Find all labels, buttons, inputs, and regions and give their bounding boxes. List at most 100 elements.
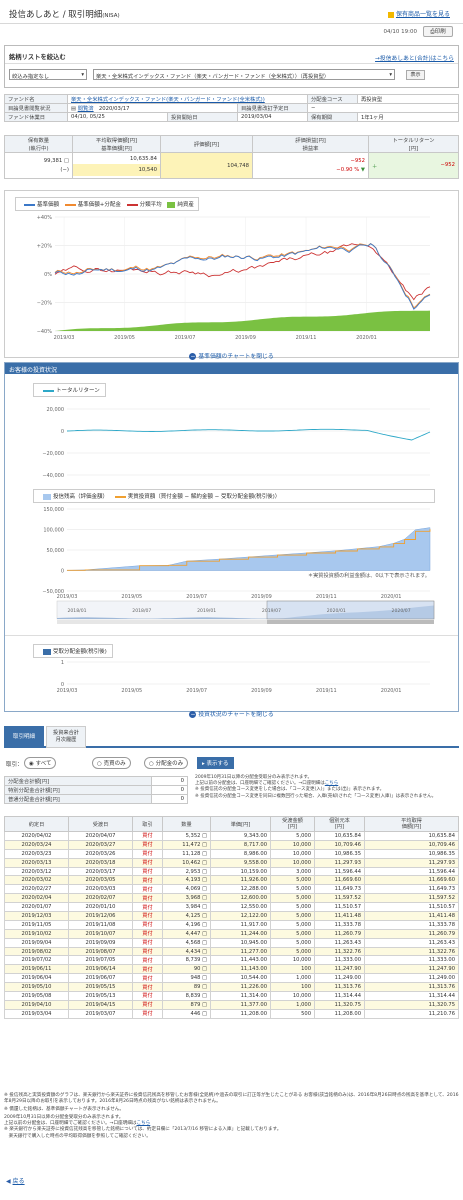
tick-label: 2019/03 bbox=[54, 335, 75, 339]
back-link-wrap: ◀ 戻る bbox=[6, 1176, 25, 1185]
label: 分配金コース bbox=[307, 94, 358, 104]
filter-show-button[interactable]: 表示 bbox=[406, 70, 425, 80]
table-cell: 10,544.00 bbox=[210, 973, 271, 984]
label: ファンド名 bbox=[4, 94, 68, 104]
table-cell: 2019/04/15 bbox=[68, 999, 133, 1010]
tab-trade-details[interactable]: 取引明細 bbox=[4, 726, 44, 748]
tick-label: 2019/09 bbox=[251, 594, 272, 600]
footnote: 上記以前の分配金は、口座明細でご確認ください。→口座明細は bbox=[4, 1121, 137, 1127]
radio-sell[interactable]: ○ 売買のみ bbox=[92, 757, 131, 769]
table-cell: 2019/12/06 bbox=[68, 911, 133, 921]
prospectus-link[interactable]: 閲覧済 bbox=[78, 106, 94, 112]
table-cell: 2019/05/08 bbox=[4, 991, 69, 1001]
navigator-label: 2019/01 bbox=[197, 608, 216, 614]
table-cell: 11,333.78 bbox=[314, 919, 365, 930]
navigator-label: 2020/01 bbox=[327, 608, 346, 614]
table-cell: 2020/03/05 bbox=[68, 875, 133, 886]
col-header: トータルリターン [円] bbox=[368, 135, 459, 153]
legend-category: 分類平均 bbox=[123, 202, 162, 208]
table-row: 2020/04/02 2020/04/07 買付 5,352 □ 9,343.00 5,0… bbox=[4, 831, 459, 841]
table-row: 2020/03/13 2020/03/18 買付 10,462 □ 9,558.00 10… bbox=[4, 857, 459, 868]
legend-aum: 純資産 bbox=[163, 201, 194, 208]
holdings-list-link[interactable]: 保有商品一覧を見る bbox=[396, 11, 450, 18]
top-link-wrap: 保有商品一覧を見る bbox=[387, 9, 450, 18]
tick-label: −40% bbox=[37, 329, 53, 335]
table-cell: 買付 bbox=[132, 991, 163, 1001]
table-cell: 11,249.00 bbox=[364, 973, 459, 984]
all-footprint-link[interactable]: →投信あしあと(合計)はこちら bbox=[375, 53, 454, 62]
tick-label: −20,000 bbox=[42, 451, 64, 457]
col-header: 受渡日 bbox=[68, 816, 133, 832]
trade-filter-label: 取引： bbox=[6, 762, 23, 768]
tick-label: 2020/01 bbox=[381, 688, 402, 694]
footnote: ※ 償還した銘柄は、基準価額チャートが表示されません。 bbox=[4, 1107, 124, 1113]
qty-value: 11,128 bbox=[182, 850, 201, 857]
invest-panel: お客様の投資状況 トータルリターン 20,000 0 −20,000 −40,000 … bbox=[4, 362, 459, 712]
table-cell: 500 bbox=[270, 1008, 315, 1019]
invest-chart-toggle[interactable]: − 投資状況のチャートを閉じる bbox=[4, 709, 459, 718]
col-header: 数量 bbox=[162, 816, 211, 832]
table-cell: 4,193 □ bbox=[162, 875, 211, 886]
table-cell: 10,986.35 bbox=[314, 848, 365, 859]
filter-title: 銘柄リストを絞込む bbox=[9, 54, 66, 61]
total-return: −952 bbox=[440, 161, 455, 168]
note: 上記以前の分配金は、口座明細でご確認ください。→口座明細は bbox=[195, 781, 325, 787]
table-cell: 5,000 bbox=[270, 902, 315, 913]
account-link[interactable]: こちら bbox=[136, 1121, 150, 1126]
table-cell: 2019/06/04 bbox=[4, 973, 69, 984]
doc-icon: □ bbox=[200, 984, 207, 991]
table-cell: 2020/03/24 bbox=[4, 839, 69, 850]
tick-label: 2020/01 bbox=[381, 594, 402, 600]
fund-name-link[interactable]: 楽天・全米株式インデックス・ファンド(楽天・バンガード・ファンド(全米株式)) bbox=[71, 97, 265, 103]
radio-icon: ○ bbox=[149, 761, 154, 767]
qty-value: 4,568 bbox=[185, 939, 201, 946]
table-cell: 買付 bbox=[132, 919, 163, 930]
table-cell: 12,288.00 bbox=[210, 884, 271, 895]
table-cell: 11,314.44 bbox=[364, 991, 459, 1001]
table-cell: 11,333.00 bbox=[364, 955, 459, 966]
table-cell: 12,600.00 bbox=[210, 893, 271, 904]
table-cell: 4,069 □ bbox=[162, 884, 211, 895]
trades-table: 約定日 受渡日 取引 数量 単価[円] 受渡金額 [円] 個別元本 [円] 平均… bbox=[4, 816, 459, 1019]
table-cell: 買付 bbox=[132, 928, 163, 939]
radio-div[interactable]: ○ 分配金のみ bbox=[144, 757, 189, 769]
doc-icon: □ bbox=[63, 157, 69, 164]
table-cell: 11,597.52 bbox=[314, 893, 365, 904]
table-cell: 5,000 bbox=[270, 919, 315, 930]
arrow-down-icon: ▼ bbox=[360, 166, 365, 173]
table-cell: 11,208.00 bbox=[314, 1008, 365, 1019]
table-cell: 買付 bbox=[132, 839, 163, 850]
tick-label: −40,000 bbox=[42, 473, 64, 479]
title-bar: 投信あしあと / 取引明細(NISA) 保有商品一覧を見る bbox=[0, 0, 463, 24]
tab-monthly-history[interactable]: 投資来合計 月次履歴 bbox=[46, 726, 86, 748]
fund-select[interactable]: 楽天・全米株式インデックス・ファンド（楽天・バンガード・ファンド（全米株式））（… bbox=[93, 69, 395, 80]
nav-chart-toggle[interactable]: − 基準価額のチャートを閉じる bbox=[4, 351, 459, 360]
trade-show-button[interactable]: ▸ 表示する bbox=[197, 757, 234, 769]
account-link[interactable]: こちら bbox=[325, 781, 339, 786]
print-button[interactable]: ⎙印刷 bbox=[423, 26, 453, 37]
footnotes: ※ 投信残高と実質投資額のグラフは、楽天銀行から楽天証券に投資信託残高を移管した… bbox=[4, 1093, 459, 1140]
nav-div-line bbox=[54, 242, 431, 309]
col-header: 単価[円] bbox=[210, 816, 271, 832]
tick-label: 2019/11 bbox=[296, 335, 317, 339]
label: 特別分配金合計額[円] bbox=[4, 785, 152, 795]
balance-legend: 投信残高（評価金額） 実質投資額（買付金額 − 解約金額 − 受取分配金額(税引… bbox=[33, 489, 435, 503]
table-cell: 5,000 bbox=[270, 946, 315, 957]
category-select[interactable]: 絞込み指定なし ▾ bbox=[9, 69, 87, 80]
radio-all[interactable]: ◉ すべて bbox=[24, 757, 57, 769]
collapse-icon: − bbox=[189, 353, 197, 360]
table-cell: 2019/12/03 bbox=[4, 911, 69, 921]
table-cell: 5,000 bbox=[270, 875, 315, 886]
table-cell: 10,462 □ bbox=[162, 857, 211, 868]
div-totals-table: 分配金合計額[円] 0 特別分配金合計額[円] 0 普通分配金合計額[円] 0 bbox=[4, 776, 188, 804]
table-cell: 11,297.93 bbox=[364, 857, 459, 868]
table-cell: 11,208.00 bbox=[210, 1008, 271, 1019]
doc-icon: □ bbox=[200, 1010, 207, 1017]
qty-value: 2,953 bbox=[185, 868, 201, 875]
legend-nav: 基準価額 bbox=[20, 202, 59, 208]
value: 0 bbox=[151, 785, 188, 795]
doc-icon: □ bbox=[200, 886, 207, 893]
tick-label: 2019/03 bbox=[57, 594, 78, 600]
table-row: 2020/01/07 2020/01/10 買付 3,984 □ 12,550.00 5,… bbox=[4, 902, 459, 913]
back-link[interactable]: 戻る bbox=[13, 1178, 25, 1185]
